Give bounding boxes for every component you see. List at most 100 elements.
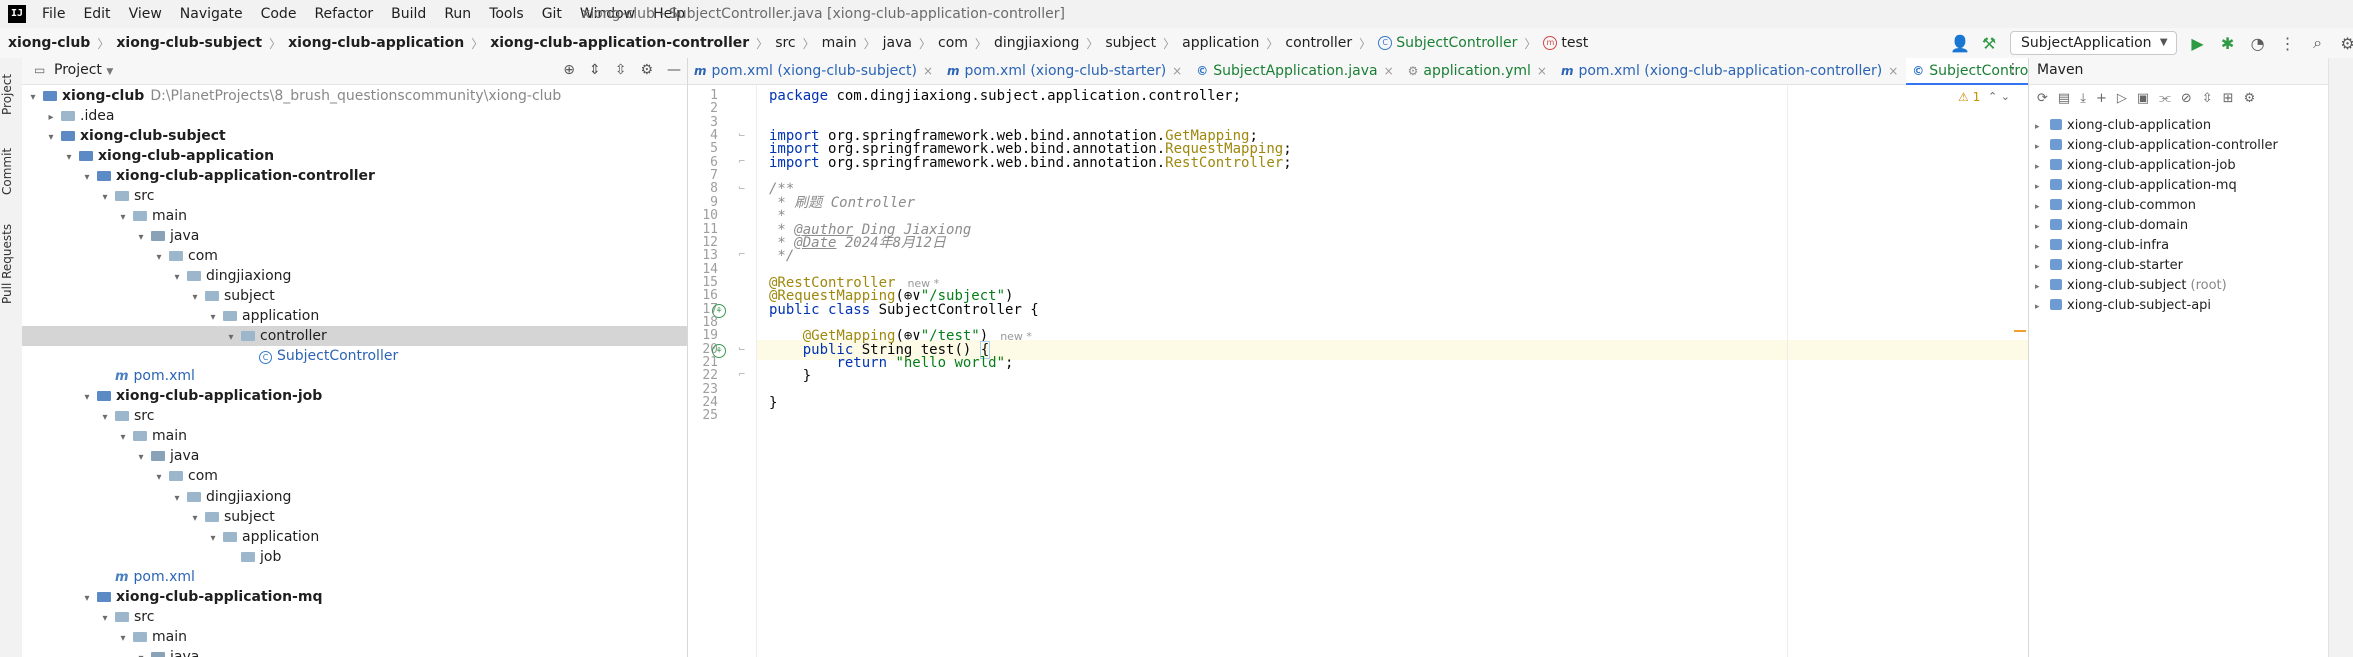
warning-indicator[interactable]: ⚠ 1	[1958, 90, 1980, 104]
fold-marker-icon[interactable]: ⌙	[738, 130, 746, 140]
generate-sources-icon[interactable]: ▤	[2058, 91, 2070, 106]
tree-item[interactable]: m pom.xml	[22, 567, 687, 587]
show-dependencies-icon[interactable]: ⊞	[2223, 91, 2234, 106]
breadcrumb-item[interactable]: C SubjectController	[1378, 35, 1517, 51]
editor-tab[interactable]: m pom.xml (xiong-club-starter) ×	[941, 58, 1190, 84]
tree-item[interactable]: ▾ xiong-club-application-mq	[22, 587, 687, 607]
chevron-down-icon[interactable]: ▾	[116, 208, 130, 228]
tree-item[interactable]: ▾ subject	[22, 507, 687, 527]
chevron-right-icon[interactable]: ▸	[2035, 197, 2047, 217]
tree-item[interactable]: ▾ main	[22, 206, 687, 226]
close-icon[interactable]: ×	[923, 64, 933, 78]
hide-panel-icon[interactable]: —	[667, 62, 681, 78]
breadcrumb-item[interactable]: dingjiaxiong	[994, 35, 1079, 51]
close-icon[interactable]: ×	[1888, 64, 1898, 78]
maven-project-item[interactable]: ▸ xiong-club-common	[2035, 196, 2196, 216]
collapse-all-icon[interactable]: ⇳	[615, 62, 627, 78]
chevron-right-icon[interactable]: ▸	[2035, 237, 2047, 257]
chevron-right-icon[interactable]: ▸	[2035, 177, 2047, 197]
maven-project-item[interactable]: ▸ xiong-club-application-mq	[2035, 176, 2237, 196]
maven-panel-title[interactable]: Maven	[2037, 62, 2083, 78]
menu-item-edit[interactable]: Edit	[83, 6, 120, 22]
breadcrumb-item[interactable]: xiong-club-application	[288, 35, 464, 51]
project-tool-tab[interactable]: Project	[0, 64, 22, 124]
fold-marker-icon[interactable]: ⌐	[738, 157, 746, 167]
breadcrumb-item[interactable]: controller	[1285, 35, 1352, 51]
tree-item[interactable]: ▾ com	[22, 246, 687, 266]
chevron-down-icon[interactable]: ▾	[26, 88, 40, 108]
menu-item-tools[interactable]: Tools	[489, 6, 534, 22]
chevron-down-icon[interactable]: ▾	[98, 408, 112, 428]
editor-tab[interactable]: © SubjectApplication.java ×	[1190, 58, 1401, 84]
chevron-down-icon[interactable]: ▾	[170, 268, 184, 288]
tree-item[interactable]: ▾ java	[22, 647, 687, 657]
execute-goal-icon[interactable]: ▣	[2137, 91, 2149, 106]
commit-tool-tab[interactable]: Commit	[0, 140, 22, 202]
menu-item-refactor[interactable]: Refactor	[314, 6, 383, 22]
fold-marker-icon[interactable]: ⌙	[738, 344, 746, 354]
tree-item[interactable]: ▾ xiong-club D:\PlanetProjects\8_brush_que…	[22, 86, 687, 106]
close-icon[interactable]: ×	[1172, 64, 1182, 78]
tree-item[interactable]: ▾ xiong-club-application-controller	[22, 166, 687, 186]
maven-project-item[interactable]: ▸ xiong-club-application	[2035, 116, 2211, 136]
more-run-actions-icon[interactable]: ⋮	[2279, 34, 2297, 53]
maven-project-item[interactable]: ▸ xiong-club-application-controller	[2035, 136, 2278, 156]
code-area[interactable]: package com.dingjiaxiong.subject.applica…	[756, 84, 2029, 657]
chevron-down-icon[interactable]: ▾	[152, 468, 166, 488]
debug-icon[interactable]: ✱	[2219, 34, 2237, 53]
breadcrumb-item[interactable]: subject	[1105, 35, 1156, 51]
maven-project-item[interactable]: ▸ xiong-club-application-job	[2035, 156, 2236, 176]
tree-item[interactable]: ▾ java	[22, 446, 687, 466]
chevron-down-icon[interactable]: ▾	[134, 228, 148, 248]
settings-gear-icon[interactable]: ⚙	[2244, 91, 2256, 106]
chevron-down-icon[interactable]: ▾	[116, 629, 130, 649]
fold-marker-icon[interactable]: ⌙	[738, 183, 746, 193]
chevron-down-icon[interactable]: ▾	[206, 308, 220, 328]
menu-item-git[interactable]: Git	[542, 6, 572, 22]
editor-gutter[interactable]: 1 2 3 4 ⌙ 5 6 ⌐ 7 8 ⌙ 9 10 11 12 13 ⌐ 14 15 16 17 ⚘ 18 19 20 ⚘ ⌙ 21…	[688, 84, 756, 657]
tree-item[interactable]: ▾ xiong-club-application-job	[22, 386, 687, 406]
tree-item[interactable]: ▾ src	[22, 406, 687, 426]
chevron-down-icon[interactable]: ▾	[134, 649, 148, 657]
maven-project-item[interactable]: ▸ xiong-club-infra	[2035, 236, 2169, 256]
tab-list-more-icon[interactable]: ⋮	[2006, 61, 2020, 77]
pull-requests-tool-tab[interactable]: Pull Requests	[0, 216, 22, 312]
select-opened-file-icon[interactable]: ⊕	[563, 62, 575, 78]
breadcrumb-item[interactable]: src	[775, 35, 795, 51]
coverage-icon[interactable]: ◔	[2249, 34, 2267, 53]
maven-project-item[interactable]: ▸ xiong-club-subject-api	[2035, 296, 2211, 316]
options-gear-icon[interactable]: ⚙	[640, 62, 653, 78]
chevron-right-icon[interactable]: ▸	[2035, 277, 2047, 297]
chevron-right-icon[interactable]: ▸	[2035, 297, 2047, 317]
problem-navigation[interactable]: ⌃ ⌄	[1988, 90, 2010, 103]
menu-item-file[interactable]: File	[42, 6, 75, 22]
chevron-down-icon[interactable]: ▾	[98, 609, 112, 629]
tree-item[interactable]: ▾ subject	[22, 286, 687, 306]
menu-item-navigate[interactable]: Navigate	[180, 6, 253, 22]
editor-tab[interactable]: m pom.xml (xiong-club-subject) ×	[688, 58, 941, 84]
chevron-right-icon[interactable]: ▸	[2035, 157, 2047, 177]
add-project-icon[interactable]: +	[2096, 91, 2107, 106]
intellij-logo-icon[interactable]: IJ	[8, 5, 26, 23]
breadcrumb-item[interactable]: xiong-club-subject	[116, 35, 262, 51]
chevron-down-icon[interactable]: ▾	[134, 448, 148, 468]
chevron-down-icon[interactable]: ▾	[188, 509, 202, 529]
add-user-icon[interactable]: 👤	[1950, 34, 1970, 53]
chevron-down-icon[interactable]: ⌄	[2001, 90, 2010, 103]
tree-item[interactable]: ▾ application	[22, 527, 687, 547]
skip-tests-icon[interactable]: ⊘	[2181, 91, 2192, 106]
tree-item[interactable]: ▾ java	[22, 226, 687, 246]
run-goal-icon[interactable]: ▷	[2117, 91, 2127, 106]
reload-icon[interactable]: ⟳	[2037, 91, 2048, 106]
chevron-down-icon[interactable]: ▾	[44, 128, 58, 148]
run-configuration-select[interactable]: SubjectApplication ▼	[2010, 31, 2177, 55]
chevron-down-icon[interactable]: ▾	[116, 428, 130, 448]
scrollbar-warning-marker[interactable]	[2014, 330, 2026, 332]
collapse-all-icon[interactable]: ⇳	[2202, 91, 2213, 106]
chevron-down-icon[interactable]: ▾	[152, 248, 166, 268]
tree-item[interactable]: ▾ xiong-club-application	[22, 146, 687, 166]
maven-project-item[interactable]: ▸ xiong-club-starter	[2035, 256, 2183, 276]
project-panel-title[interactable]: Project ▼	[54, 62, 113, 78]
breadcrumb-item[interactable]: application	[1182, 35, 1259, 51]
chevron-down-icon[interactable]: ▾	[206, 529, 220, 549]
